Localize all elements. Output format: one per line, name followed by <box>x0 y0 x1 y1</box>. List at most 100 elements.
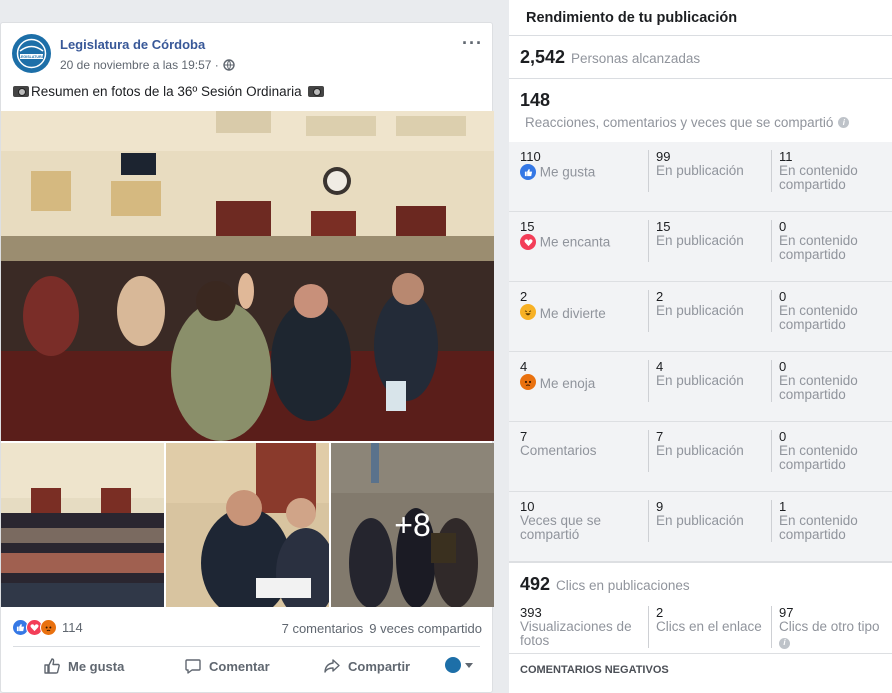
on-shared-value: 0 <box>779 219 787 234</box>
speaker-photo-image <box>166 443 329 607</box>
globe-icon[interactable] <box>223 59 235 71</box>
breakdown-row: 10 Veces que se compartió 9 En publicaci… <box>509 492 892 562</box>
on-shared-label: En contenido compartido <box>779 233 858 262</box>
total-value: 15 <box>520 219 535 234</box>
post-header: LEGISLATURA Legislatura de Córdoba 20 de… <box>1 23 492 83</box>
on-shared-value: 0 <box>779 359 787 374</box>
more-photos-overlay[interactable]: +8 <box>331 443 494 607</box>
total-label: Comentarios <box>520 443 597 458</box>
clicks-breakdown: 393 Visualizaciones de fotos 2 Clics en … <box>509 598 892 654</box>
clicks-value: 492 <box>520 574 551 594</box>
page-avatar-small-icon <box>445 657 461 673</box>
on-shared-cell: 0 En contenido compartido <box>771 360 886 402</box>
breakdown-row: 15 Me encanta 15 En publicación 0 En con… <box>509 212 892 282</box>
page-avatar[interactable]: LEGISLATURA <box>12 34 51 73</box>
link-clicks-value: 2 <box>656 605 664 620</box>
breakdown-row: 4 Me enoja 4 En publicación 0 En conteni… <box>509 352 892 422</box>
reactions-summary: 114 7 comentarios 9 veces compartido <box>1 611 494 641</box>
photo-views-label: Visualizaciones de fotos <box>520 619 632 648</box>
post-meta: 20 de noviembre a las 19:57 · <box>60 58 235 72</box>
total-cell: 15 Me encanta <box>520 220 640 250</box>
photo-thumbnails: +8 <box>1 443 494 607</box>
reaction-count[interactable]: 114 <box>62 620 83 635</box>
photo-thumb[interactable] <box>1 443 164 607</box>
other-clicks-label: Clics de otro tipo <box>779 619 880 634</box>
on-post-label: En publicación <box>656 163 744 178</box>
total-value: 10 <box>520 499 535 514</box>
like-button[interactable]: Me gusta <box>43 657 124 675</box>
on-shared-cell: 11 En contenido compartido <box>771 150 886 192</box>
on-shared-label: En contenido compartido <box>779 373 858 402</box>
more-options-icon[interactable]: ··· <box>462 33 483 54</box>
total-value: 2 <box>520 289 528 304</box>
on-post-cell: 15 En publicación <box>648 220 763 262</box>
share-button[interactable]: Compartir <box>323 657 410 675</box>
share-label: Compartir <box>348 658 411 674</box>
other-clicks-value: 97 <box>779 605 794 620</box>
on-shared-label: En contenido compartido <box>779 303 858 332</box>
on-post-value: 15 <box>656 219 671 234</box>
engagement-value: 148 <box>520 90 551 110</box>
breakdown-row: 2 Me divierte 2 En publicación 0 En cont… <box>509 282 892 352</box>
engagement-label-wrap: Reacciones, comentarios y veces que se c… <box>520 115 892 130</box>
on-shared-value: 11 <box>779 149 793 164</box>
audience-selector[interactable] <box>445 657 473 673</box>
like-label: Me gusta <box>68 658 125 674</box>
info-icon[interactable]: i <box>838 117 850 128</box>
photo-thumb-more[interactable]: +8 <box>331 443 494 607</box>
total-label: Veces que se compartió <box>520 513 602 542</box>
on-post-value: 99 <box>656 149 671 164</box>
on-shared-cell: 0 En contenido compartido <box>771 430 886 472</box>
on-shared-cell: 0 En contenido compartido <box>771 290 886 332</box>
link-clicks-label: Clics en el enlace <box>656 619 762 634</box>
post-timestamp[interactable]: 20 de noviembre a las 19:57 · <box>60 58 219 72</box>
comments-count-link[interactable]: 7 comentarios <box>282 621 364 636</box>
like-icon <box>520 164 536 180</box>
photo-thumb[interactable] <box>166 443 329 607</box>
page-name-link[interactable]: Legislatura de Córdoba <box>60 37 205 52</box>
on-post-cell: 4 En publicación <box>648 360 763 402</box>
on-shared-label: En contenido compartido <box>779 443 858 472</box>
photo-views-value: 393 <box>520 605 542 620</box>
on-post-value: 9 <box>656 499 664 514</box>
photo-views-cell: 393 Visualizaciones de fotos <box>520 606 640 648</box>
comment-button[interactable]: Comentar <box>184 657 270 675</box>
clicks-summary: 492 Clics en publicaciones <box>509 562 892 598</box>
shares-count-link[interactable]: 9 veces compartido <box>369 621 482 636</box>
reach-value: 2,542 <box>520 47 566 67</box>
on-post-cell: 7 En publicación <box>648 430 763 472</box>
total-cell: 2 Me divierte <box>520 290 640 321</box>
comment-icon <box>185 659 201 674</box>
reach-label: Personas alcanzadas <box>571 51 701 66</box>
on-shared-value: 0 <box>779 429 787 444</box>
total-value: 4 <box>520 359 528 374</box>
on-post-cell: 99 En publicación <box>648 150 763 192</box>
total-label-wrap: Me gusta <box>520 164 640 180</box>
total-label: Me gusta <box>539 164 596 180</box>
engagement-breakdown: 110 Me gusta 99 En publicación 11 En con… <box>509 142 892 562</box>
main-photo[interactable] <box>1 111 494 441</box>
on-post-label: En publicación <box>656 233 744 248</box>
total-cell: 110 Me gusta <box>520 150 640 180</box>
info-icon[interactable]: i <box>779 637 790 649</box>
total-label-wrap: Me divierte <box>520 304 640 321</box>
post-card: LEGISLATURA Legislatura de Córdoba 20 de… <box>0 22 494 693</box>
on-shared-cell: 1 En contenido compartido <box>771 500 886 542</box>
negative-feedback-title: COMENTARIOS NEGATIVOS <box>509 654 892 684</box>
session-photo-image <box>1 111 494 441</box>
engagement-summary: 148 Reacciones, comentarios y veces que … <box>509 79 892 142</box>
on-post-cell: 2 En publicación <box>648 290 763 332</box>
on-post-value: 2 <box>656 289 664 304</box>
logo-text: LEGISLATURA <box>19 55 45 59</box>
insights-panel: Rendimiento de tu publicación 2,542 Pers… <box>509 0 892 693</box>
love-icon <box>520 234 536 250</box>
reach-row: 2,542 Personas alcanzadas <box>509 36 892 79</box>
comments-shares: 7 comentarios 9 veces compartido <box>282 621 482 636</box>
clicks-label: Clics en publicaciones <box>556 578 690 593</box>
total-label: Me encanta <box>539 234 611 250</box>
total-cell: 10 Veces que se compartió <box>520 500 640 542</box>
reaction-icons[interactable]: 114 <box>12 619 83 636</box>
total-cell: 7 Comentarios <box>520 430 640 458</box>
haha-icon <box>520 304 536 320</box>
total-label: Me divierte <box>539 306 606 321</box>
